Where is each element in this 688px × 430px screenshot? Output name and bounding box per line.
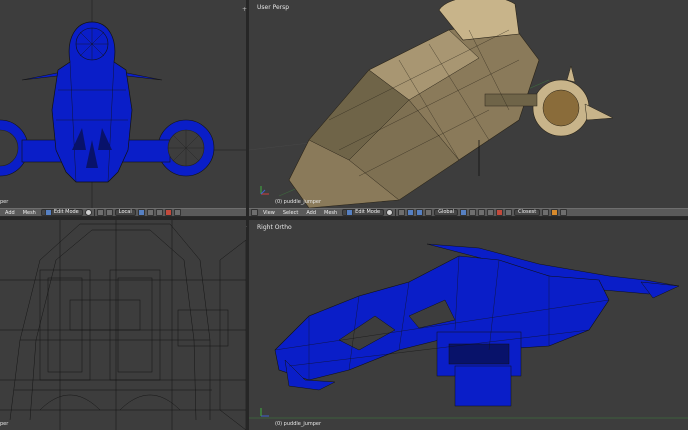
orientation-dropdown[interactable]: Global <box>434 209 459 216</box>
orientation-label: Global <box>438 209 455 215</box>
separator <box>395 209 397 216</box>
mode-label: Edit Mode <box>355 209 381 215</box>
mode-dropdown[interactable]: Edit Mode <box>40 209 83 216</box>
top-left-wireframe <box>0 0 246 208</box>
viewport-right-ortho[interactable]: Right Ortho (0) puddle_jumper <box>249 220 688 430</box>
pivot-icon[interactable] <box>96 209 104 216</box>
pivot-icon[interactable] <box>398 209 406 216</box>
menu-add[interactable]: Add <box>2 210 18 216</box>
header-top-left: Add Mesh Edit Mode Local <box>0 208 246 217</box>
face-select-icon[interactable] <box>478 209 486 216</box>
active-object-name: (0) puddle_jumper <box>275 421 322 427</box>
viewport-partial-label: per <box>0 199 9 205</box>
edge-select-icon[interactable] <box>469 209 477 216</box>
face-select-icon[interactable] <box>155 209 163 216</box>
orientation-dropdown[interactable]: Local <box>114 209 136 216</box>
plus-icon[interactable]: + <box>242 6 247 13</box>
viewport-shading-icon[interactable] <box>386 209 394 216</box>
edge-select-icon[interactable] <box>146 209 154 216</box>
snap-target-label: Closest <box>518 209 537 215</box>
snap-target-dropdown[interactable]: Closest <box>514 209 541 216</box>
mode-label: Edit Mode <box>53 209 79 215</box>
viewport-top-left[interactable]: per <box>0 0 246 208</box>
menu-view[interactable]: View <box>260 210 278 216</box>
render-icon[interactable] <box>551 209 559 216</box>
edit-mode-icon <box>346 209 354 216</box>
rotate-icon[interactable] <box>425 209 433 216</box>
vertex-select-icon[interactable] <box>460 209 468 216</box>
viewport-shading-icon[interactable] <box>84 209 92 216</box>
render-animation-icon[interactable] <box>560 209 568 216</box>
menu-select[interactable]: Select <box>280 210 301 216</box>
persp-wireframe <box>249 0 614 208</box>
mode-dropdown[interactable]: Edit Mode <box>342 209 385 216</box>
axis-gizmo-icon <box>260 186 269 195</box>
orientation-label: Local <box>118 209 132 215</box>
proportional-edit-icon[interactable] <box>496 209 504 216</box>
vertex-select-icon[interactable] <box>137 209 145 216</box>
snap-icon[interactable] <box>505 209 513 216</box>
align-rotation-icon[interactable] <box>542 209 550 216</box>
viewport-user-persp[interactable]: User Persp (0) puddle_jumper <box>249 0 688 208</box>
bottom-left-wireframe <box>0 220 246 430</box>
menu-mesh[interactable]: Mesh <box>20 210 39 216</box>
viewport-label: User Persp <box>257 4 290 11</box>
active-object-name: (0) puddle_jumper <box>275 199 322 205</box>
header-3d-view: View Select Add Mesh Edit Mode Global Cl… <box>249 208 688 217</box>
viewport-bottom-left[interactable]: per <box>0 220 246 430</box>
edit-mode-icon <box>44 209 52 216</box>
translate-icon[interactable] <box>416 209 424 216</box>
manipulator-icon[interactable] <box>105 209 113 216</box>
snap-icon[interactable] <box>173 209 181 216</box>
separator <box>93 209 95 216</box>
occlude-geometry-icon[interactable] <box>487 209 495 216</box>
editor-type-icon[interactable] <box>251 209 258 216</box>
proportional-edit-icon[interactable] <box>164 209 172 216</box>
menu-mesh[interactable]: Mesh <box>321 210 340 216</box>
viewport-label: Right Ortho <box>257 224 292 231</box>
manipulator-icon[interactable] <box>407 209 415 216</box>
viewport-partial-label: per <box>0 421 9 427</box>
right-ortho-mesh <box>249 243 688 419</box>
axis-gizmo-icon <box>260 408 269 417</box>
menu-add[interactable]: Add <box>303 210 319 216</box>
